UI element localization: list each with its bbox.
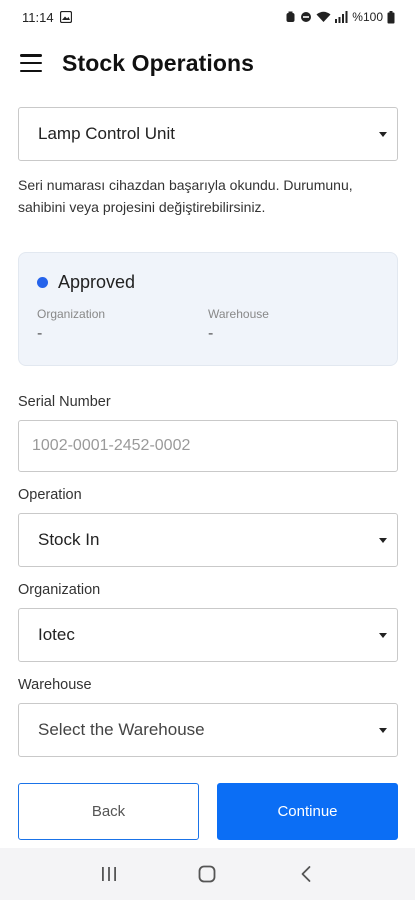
status-row: Approved <box>37 272 135 293</box>
card-organization-value: - <box>37 325 43 342</box>
serial-number-input[interactable] <box>18 420 398 472</box>
chevron-down-icon <box>379 132 387 137</box>
hamburger-menu-icon[interactable] <box>20 54 42 72</box>
continue-button[interactable]: Continue <box>217 783 398 840</box>
organization-select-value: Iotec <box>38 625 75 644</box>
chevron-down-icon <box>379 538 387 543</box>
card-warehouse-label: Warehouse <box>208 307 269 321</box>
operation-select-value: Stock In <box>38 530 100 549</box>
card-organization-label: Organization <box>37 307 106 321</box>
status-label: Approved <box>58 272 136 292</box>
operation-label: Operation <box>18 487 82 503</box>
gallery-notification-icon <box>59 11 72 23</box>
serial-number-label: Serial Number <box>18 394 111 410</box>
status-dot-icon <box>37 277 48 288</box>
warehouse-select-value: Select the Warehouse <box>38 720 205 739</box>
status-bar: 11:14 %100 <box>0 0 415 34</box>
recent-apps-icon[interactable] <box>89 854 129 894</box>
back-button[interactable]: Back <box>18 783 199 840</box>
home-icon[interactable] <box>187 854 227 894</box>
card-warehouse-value: - <box>208 325 214 342</box>
app-bar: Stock Operations <box>0 40 415 86</box>
warehouse-label: Warehouse <box>18 677 92 693</box>
status-card: Approved Organization - Warehouse - <box>18 252 398 366</box>
info-message: Seri numarası cihazdan başarıyla okundu.… <box>18 177 353 215</box>
alarm-icon <box>285 11 296 23</box>
device-select-value: Lamp Control Unit <box>38 124 176 143</box>
dnd-icon <box>300 11 312 23</box>
back-nav-icon[interactable] <box>286 854 326 894</box>
organization-select[interactable]: Iotec <box>18 608 398 662</box>
organization-label: Organization <box>18 582 101 598</box>
status-time: 11:14 <box>22 9 54 25</box>
chevron-down-icon <box>379 728 387 733</box>
warehouse-select[interactable]: Select the Warehouse <box>18 703 398 757</box>
card-organization: Organization - <box>37 307 105 343</box>
system-nav-bar <box>0 848 415 900</box>
signal-icon <box>335 11 348 23</box>
chevron-down-icon <box>379 633 387 638</box>
operation-select[interactable]: Stock In <box>18 513 398 567</box>
device-select[interactable]: Lamp Control Unit <box>18 107 398 161</box>
card-warehouse: Warehouse - <box>208 307 269 343</box>
wifi-icon <box>316 11 331 23</box>
page-title: Stock Operations <box>62 49 255 76</box>
battery-icon <box>387 10 395 24</box>
battery-percent: %100 <box>352 10 383 24</box>
